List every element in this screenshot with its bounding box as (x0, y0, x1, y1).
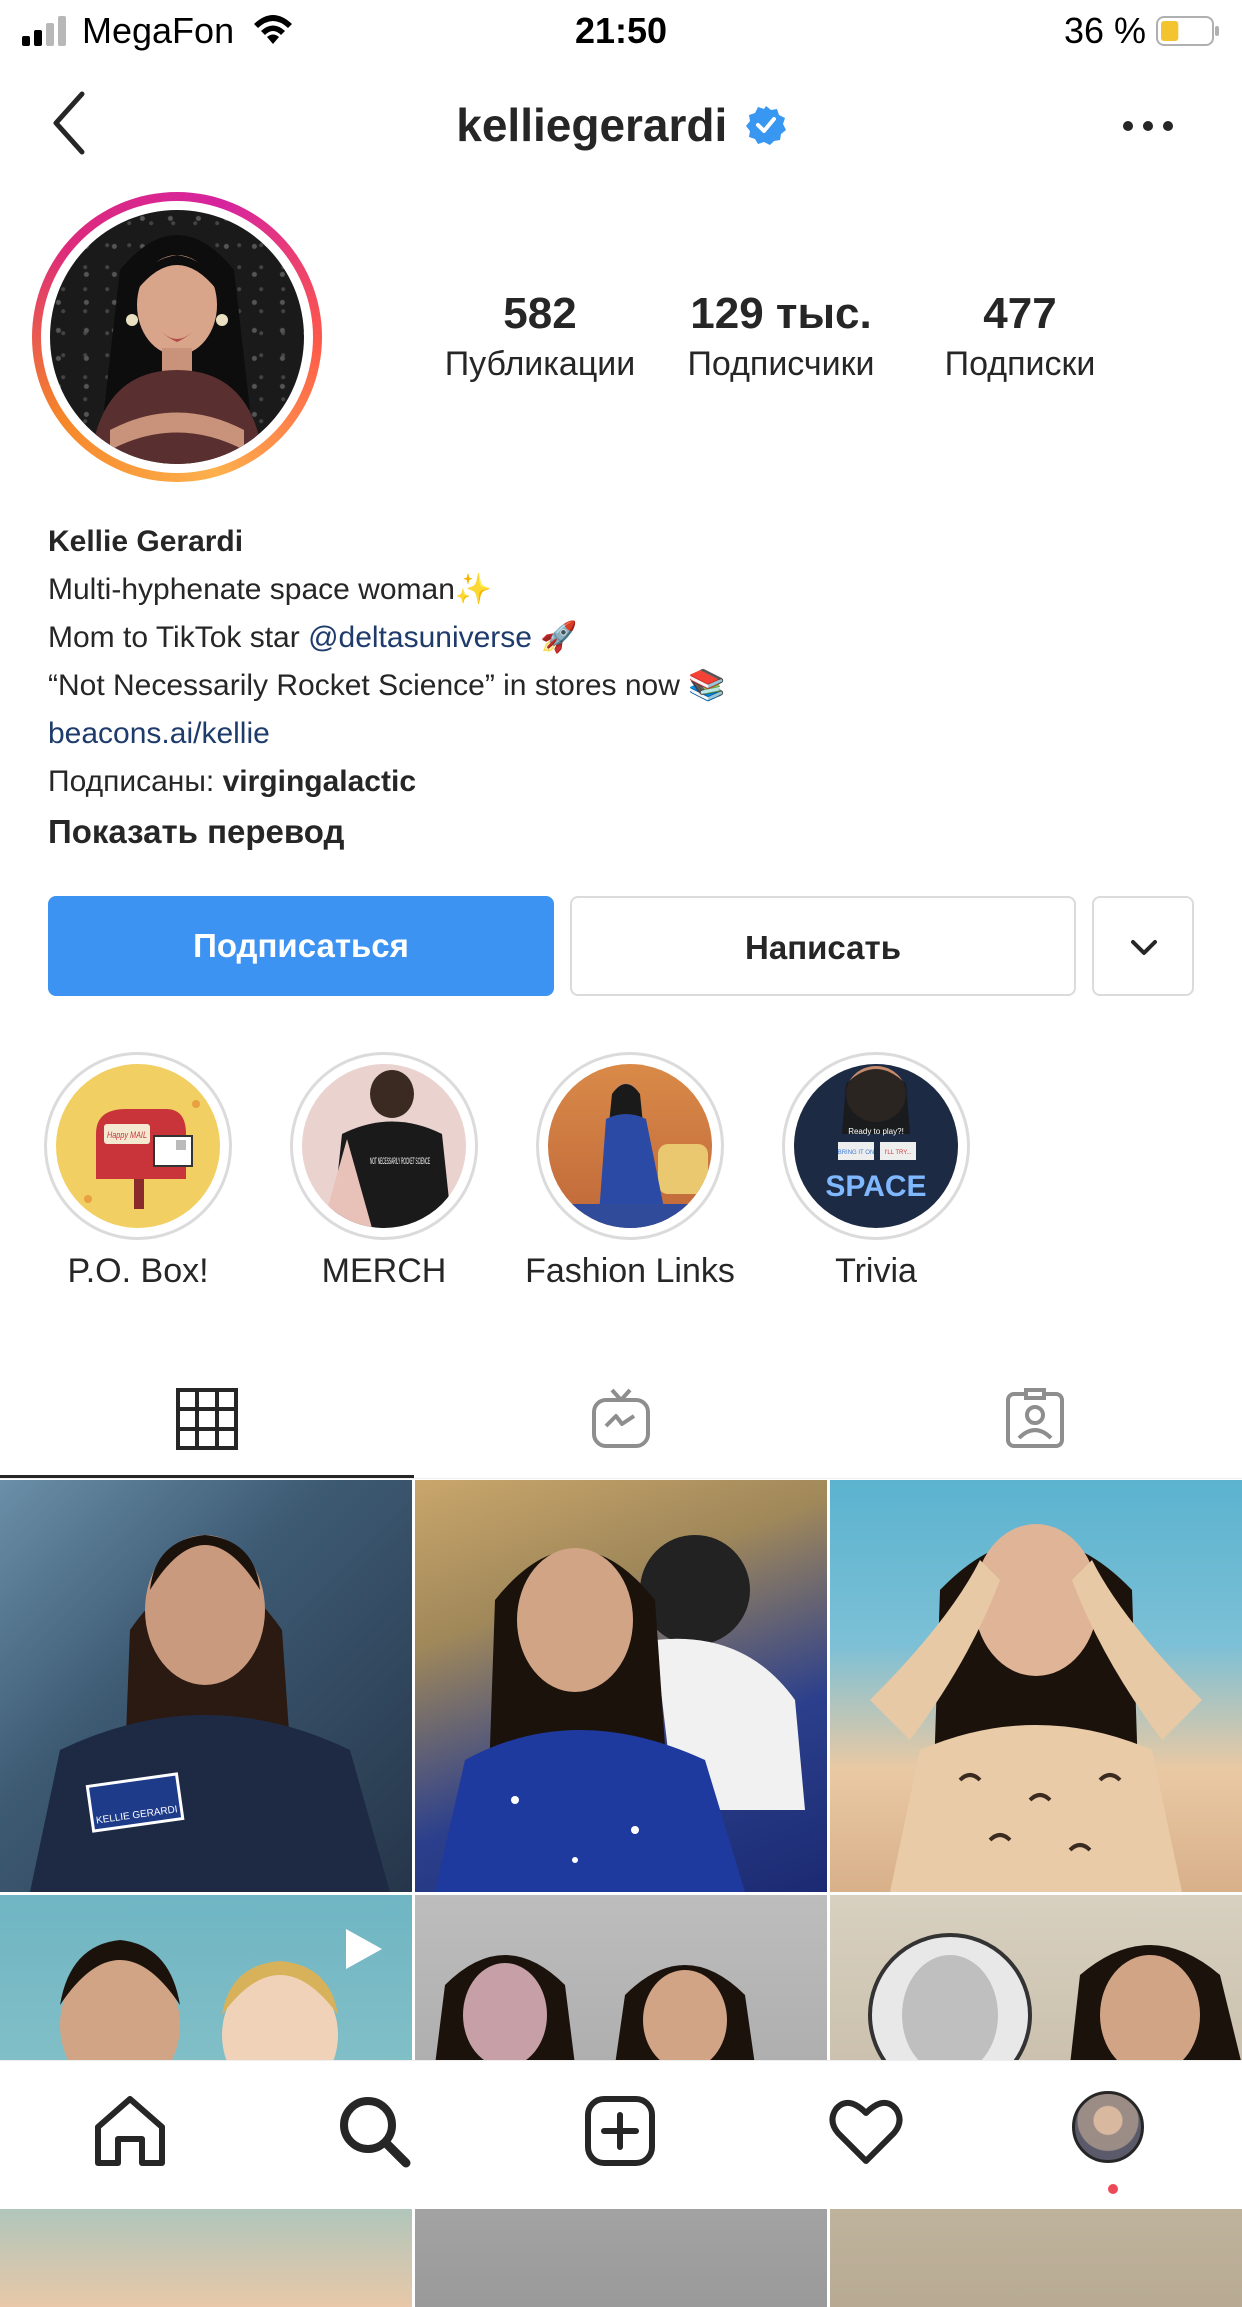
trivia-left-text: BRING IT ON (838, 1150, 875, 1156)
igtv-icon (592, 1388, 650, 1448)
post-image: KELLIE GERARDI (30, 1535, 390, 1892)
stat-label: Подписки (944, 345, 1096, 383)
fashion-illustration (548, 1083, 712, 1228)
bio-text: Mom to TikTok star (48, 621, 309, 654)
post-image (60, 1940, 338, 2101)
post-thumbnail[interactable] (415, 1480, 827, 1892)
bio-text: 🚀 (531, 621, 578, 654)
mention-link[interactable]: @deltasuniverse (308, 621, 532, 654)
nav-activity[interactable] (826, 2091, 906, 2171)
bottom-navigation (0, 2060, 1242, 2209)
bio-line: “Not Necessarily Rocket Science” in stor… (48, 669, 726, 702)
follow-button[interactable]: Подписаться (48, 896, 554, 996)
bio-line: Multi-hyphenate space woman✨ (48, 573, 493, 606)
highlight-cover (548, 1064, 712, 1228)
mail-tag-text: Happy MAIL (107, 1130, 147, 1140)
highlight-cover: NOT NECESSARILY ROCKET SCIENCE (302, 1064, 466, 1228)
profile-avatar-icon (1072, 2091, 1144, 2163)
post-thumbnail[interactable]: KELLIE GERARDI (0, 1480, 412, 1892)
post-image (435, 1535, 805, 1892)
stat-label: Публикации (444, 345, 636, 383)
display-name: Kellie Gerardi (48, 525, 244, 558)
tab-posts-grid[interactable] (0, 1360, 414, 1478)
trivia-space-text: SPACE (825, 1170, 926, 1203)
avatar-portrait (90, 235, 264, 464)
stat-value: 129 тыс. (690, 289, 872, 338)
home-icon (95, 2096, 165, 2166)
show-translation-link[interactable]: Показать перевод (48, 806, 1198, 858)
stat-followers[interactable]: 129 тыс. Подписчики (668, 288, 894, 386)
chevron-down-icon (1131, 940, 1157, 955)
nav-search[interactable] (334, 2091, 414, 2171)
message-button[interactable]: Написать (570, 896, 1076, 996)
post-image (435, 1955, 755, 2070)
more-options-icon[interactable] (1120, 116, 1176, 136)
stat-following[interactable]: 477 Подписки (910, 288, 1130, 386)
notification-dot (1108, 2184, 1118, 2194)
post-thumbnail[interactable] (830, 1480, 1242, 1892)
add-post-icon (585, 2096, 655, 2166)
trivia-right-text: I'LL TRY... (885, 1150, 912, 1156)
profile-header: kelliegerardi (0, 98, 1242, 152)
heart-icon (829, 2100, 903, 2164)
profile-avatar[interactable] (50, 210, 304, 464)
shirt-illustration: NOT NECESSARILY ROCKET SCIENCE (322, 1070, 452, 1228)
nav-new-post[interactable] (580, 2091, 660, 2171)
stat-label: Подписчики (687, 345, 875, 383)
post-image (868, 1933, 1242, 2097)
highlight-cover: Ready to play?! BRING IT ON I'LL TRY... … (794, 1064, 958, 1228)
username-title: kelliegerardi (456, 99, 728, 151)
stat-value: 477 (983, 289, 1057, 338)
status-bar: MegaFon 21:50 36 % (0, 0, 1242, 64)
post-image (870, 1524, 1202, 1892)
bio: Kellie Gerardi Multi-hyphenate space wom… (48, 518, 1198, 858)
nav-profile[interactable] (1072, 2091, 1152, 2171)
merch-shirt-text: NOT NECESSARILY ROCKET SCIENCE (370, 1156, 430, 1166)
tagged-icon (1006, 1388, 1064, 1448)
mailbox-illustration: Happy MAIL (84, 1100, 200, 1209)
tab-igtv[interactable] (414, 1360, 828, 1478)
suggested-accounts-button[interactable] (1092, 896, 1194, 996)
trivia-banner-text: Ready to play?! (848, 1127, 904, 1136)
tab-tagged[interactable] (828, 1360, 1242, 1478)
battery-percentage: 36 % (1063, 10, 1146, 51)
grid-icon (176, 1388, 238, 1450)
video-play-icon (346, 1929, 382, 1969)
clock: 21:50 (574, 10, 668, 51)
highlight-label: Trivia (835, 1252, 917, 1290)
battery-icon (1156, 16, 1219, 46)
highlight-label: P.O. Box! (67, 1252, 209, 1290)
highlight-label: Fashion Links (525, 1252, 735, 1290)
followed-by-user: virgingalactic (222, 765, 416, 798)
followed-by[interactable]: Подписаны: virgingalactic (48, 758, 1198, 806)
nav-home[interactable] (90, 2091, 170, 2171)
followed-by-label: Подписаны: (48, 765, 223, 798)
profile-tabs (0, 1360, 1242, 1479)
bio-line: Mom to TikTok star @deltasuniverse 🚀 (48, 614, 1198, 662)
verified-badge-icon (745, 106, 786, 145)
website-link[interactable]: beacons.ai/kellie (48, 710, 1198, 758)
highlight-label: MERCH (321, 1252, 447, 1290)
trivia-illustration: Ready to play?! BRING IT ON I'LL TRY... … (825, 1066, 927, 1203)
search-icon (340, 2097, 411, 2168)
stat-posts[interactable]: 582 Публикации (420, 288, 660, 386)
highlight-cover: Happy MAIL (56, 1064, 220, 1228)
stat-value: 582 (503, 289, 577, 338)
